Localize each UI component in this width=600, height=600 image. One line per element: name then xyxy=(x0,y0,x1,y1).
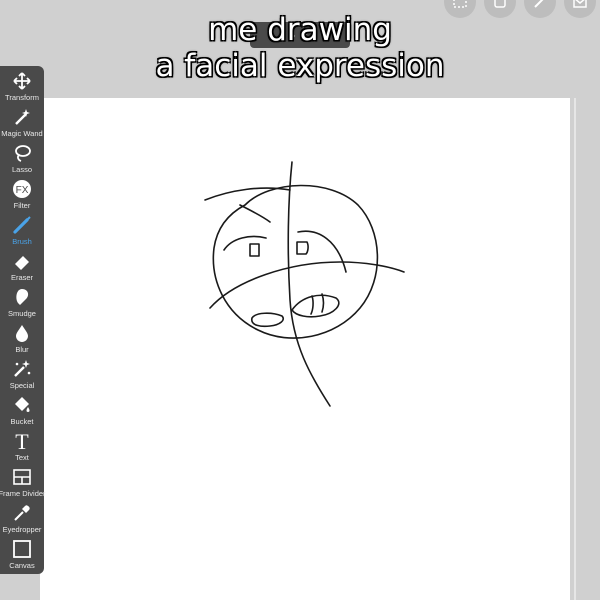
tool-label: Bucket xyxy=(10,417,34,426)
tool-label: Filter xyxy=(13,201,31,210)
tool-eyedropper[interactable]: Eyedropper xyxy=(0,502,44,538)
tool-canvas[interactable]: Canvas xyxy=(0,538,44,574)
move-icon xyxy=(11,70,33,92)
drawing-canvas[interactable] xyxy=(40,98,570,600)
tool-label: Text xyxy=(15,453,29,462)
tool-label: Smudge xyxy=(8,309,36,318)
tool-blur[interactable]: Blur xyxy=(0,322,44,358)
canvas-right-margin xyxy=(570,98,600,600)
smudge-icon xyxy=(11,286,33,308)
tool-label: Magic Wand xyxy=(1,129,43,138)
canvas-icon xyxy=(11,538,33,560)
tool-filter[interactable]: FX Filter xyxy=(0,178,44,214)
caption-line-1: me drawing xyxy=(208,12,392,48)
magic-wand-icon xyxy=(11,106,33,128)
fx-icon: FX xyxy=(11,178,33,200)
tool-lasso[interactable]: Lasso xyxy=(0,142,44,178)
meme-caption: me drawing a facial expression xyxy=(0,12,600,84)
bucket-icon xyxy=(11,394,33,416)
tool-frame-divider[interactable]: Frame Divider xyxy=(0,466,46,502)
brush-icon xyxy=(11,214,33,236)
caption-line-2: a facial expression xyxy=(155,48,445,84)
tool-smudge[interactable]: Smudge xyxy=(0,286,44,322)
tool-text[interactable]: T Text xyxy=(0,430,44,466)
tool-magic-wand[interactable]: Magic Wand xyxy=(0,106,44,142)
text-icon: T xyxy=(11,430,33,452)
tool-label: Eyedropper xyxy=(2,525,42,534)
tool-special[interactable]: Special xyxy=(0,358,44,394)
tool-label: Lasso xyxy=(11,165,32,174)
tool-label: Frame Divider xyxy=(0,489,46,498)
tool-label: Transform xyxy=(5,93,39,102)
eraser-icon xyxy=(11,250,33,272)
tool-brush[interactable]: Brush xyxy=(0,214,44,250)
eyedropper-icon xyxy=(11,502,33,524)
tool-palette: Transform Magic Wand Lasso FX Filter Bru… xyxy=(0,66,46,574)
tool-transform[interactable]: Transform xyxy=(0,70,44,106)
sparkle-wand-icon xyxy=(11,358,33,380)
tool-label: Special xyxy=(9,381,35,390)
fx-icon-text: FX xyxy=(16,185,29,196)
drop-icon xyxy=(11,322,33,344)
text-icon-glyph: T xyxy=(15,431,29,451)
frame-divider-icon xyxy=(11,466,33,488)
tool-label: Eraser xyxy=(10,273,34,282)
lasso-icon xyxy=(11,142,33,164)
tool-label: Canvas xyxy=(9,561,35,570)
tool-bucket[interactable]: Bucket xyxy=(0,394,44,430)
tool-eraser[interactable]: Eraser xyxy=(0,250,44,286)
tool-label: Brush xyxy=(12,237,32,246)
tool-label: Blur xyxy=(15,345,29,354)
